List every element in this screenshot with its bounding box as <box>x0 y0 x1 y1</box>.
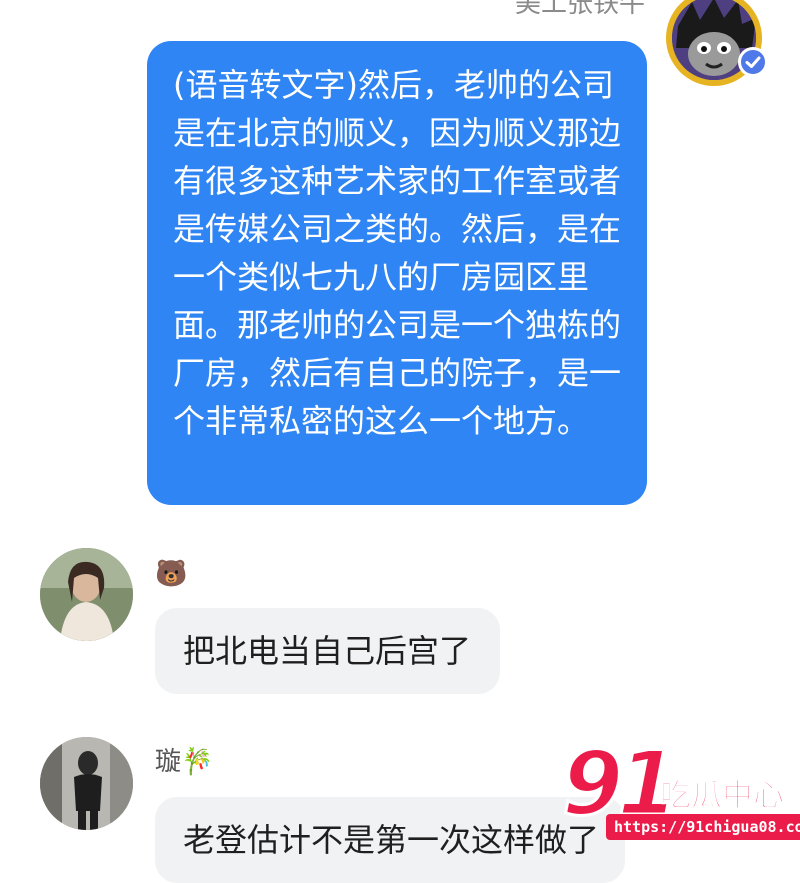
watermark-logo: 91 吃瓜中心 https://91chigua08.com <box>560 732 800 854</box>
outgoing-message-text: (语音转文字)然后，老帅的公司是在北京的顺义，因为顺义那边有很多这种艺术家的工作… <box>173 66 622 440</box>
sender-name-self: 美工张铁牛 <box>514 0 645 19</box>
user-avatar-1[interactable] <box>40 548 133 641</box>
user-avatar-2[interactable] <box>40 737 133 830</box>
watermark-url: https://91chigua08.com <box>606 814 800 840</box>
incoming-message-bubble-2[interactable]: 老登估计不是第一次这样做了 <box>155 797 625 883</box>
watermark-title: 吃瓜中心 <box>660 778 785 815</box>
sender-name-1: 🐻 <box>155 559 188 589</box>
incoming-message-bubble-1[interactable]: 把北电当自己后宫了 <box>155 608 500 694</box>
outgoing-message-bubble[interactable]: (语音转文字)然后，老帅的公司是在北京的顺义，因为顺义那边有很多这种艺术家的工作… <box>147 41 647 505</box>
woman-photo-avatar-icon <box>40 548 133 641</box>
sender-name-2: 璇🎋 <box>155 747 214 777</box>
person-photo-avatar-icon <box>40 737 133 830</box>
verified-check-icon <box>738 47 768 77</box>
